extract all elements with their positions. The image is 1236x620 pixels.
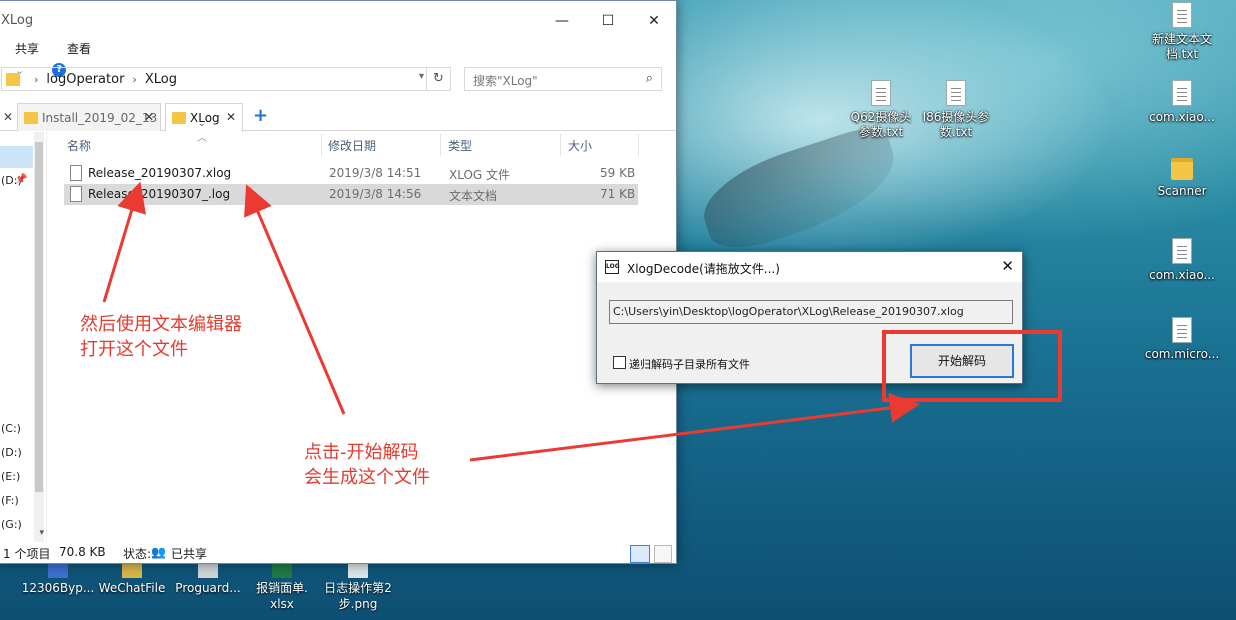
arrow-to-log-file-1: [102, 181, 147, 303]
annotation-click-start-decode: 点击-开始解码 会生成这个文件: [304, 442, 430, 488]
annotation-open-with-editor: 然后使用文本编辑器 打开这个文件: [80, 314, 242, 360]
arrow-to-log-file-2: [244, 184, 346, 415]
arrow-to-start-button: [469, 392, 920, 462]
annotation-arrows: [102, 181, 920, 462]
